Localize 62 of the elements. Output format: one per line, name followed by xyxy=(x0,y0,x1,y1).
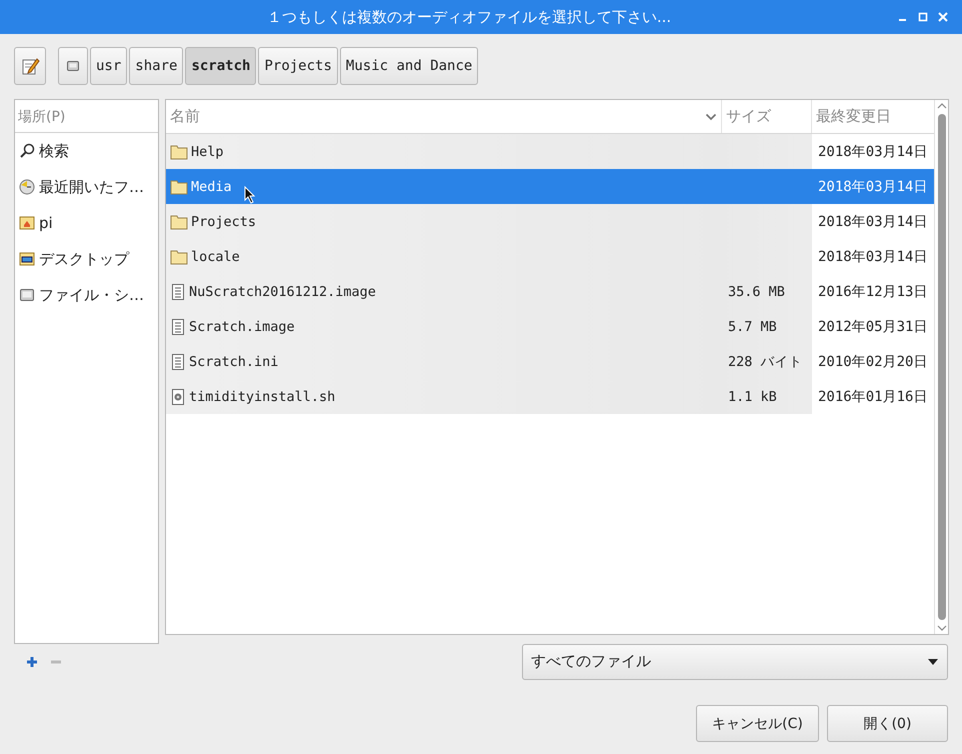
sidebar-item[interactable]: 検索 xyxy=(15,133,158,169)
open-button[interactable]: 開く(0) xyxy=(827,705,948,742)
file-name[interactable]: Media xyxy=(191,178,232,194)
folder-icon xyxy=(170,178,188,194)
file-name[interactable]: NuScratch20161212.image xyxy=(189,284,376,300)
file-name[interactable]: Help xyxy=(191,144,224,160)
file-name[interactable]: Scratch.image xyxy=(189,318,295,334)
document-icon xyxy=(170,282,186,300)
modified-date: 2016年01月16日 xyxy=(818,388,928,406)
column-header[interactable]: 名前 xyxy=(166,100,722,133)
sidebar-header: 場所(P) xyxy=(15,100,158,133)
column-header[interactable]: 最終変更日 xyxy=(812,100,934,133)
column-header[interactable]: サイズ xyxy=(722,100,812,133)
pencil-note-icon xyxy=(20,56,40,76)
sidebar-item[interactable]: 最近開いたフ… xyxy=(15,169,158,205)
drive-icon xyxy=(19,287,35,303)
drive-icon xyxy=(66,59,80,73)
modified-date: 2016年12月13日 xyxy=(818,282,928,300)
file-size: 35.6 MB xyxy=(728,284,785,300)
edit-button[interactable] xyxy=(14,47,46,85)
maximize-icon[interactable] xyxy=(918,12,928,22)
modified-date: 2018年03月14日 xyxy=(818,142,928,160)
path-button[interactable]: Music and Dance xyxy=(340,47,478,85)
add-icon[interactable] xyxy=(26,656,38,668)
sidebar-item[interactable]: デスクトップ xyxy=(15,241,158,277)
file-size: 5.7 MB xyxy=(728,318,777,334)
path-button[interactable]: share xyxy=(129,47,184,85)
file-name[interactable]: Projects xyxy=(191,214,256,230)
dropdown-arrow-icon xyxy=(927,658,939,666)
file-name[interactable]: locale xyxy=(191,248,240,264)
folder-icon xyxy=(170,248,188,264)
folder-icon xyxy=(170,214,188,230)
file-size: 1.1 kB xyxy=(728,388,777,404)
modified-date: 2018年03月14日 xyxy=(818,212,928,230)
modified-date: 2012年05月31日 xyxy=(818,318,928,336)
scrollbar-thumb[interactable] xyxy=(938,114,946,620)
file-name[interactable]: Scratch.ini xyxy=(189,354,278,370)
document-icon xyxy=(170,318,186,336)
file-type-dropdown[interactable]: すべてのファイル xyxy=(522,644,948,680)
folder-icon xyxy=(170,144,188,160)
script-file-icon xyxy=(170,388,186,406)
home-folder-icon xyxy=(19,215,35,231)
file-size: 228 バイト xyxy=(728,352,803,370)
sidebar-item[interactable]: ファイル・シ… xyxy=(15,277,158,313)
path-button[interactable]: scratch xyxy=(185,47,256,85)
window-title: １つもしくは複数のオーディオファイルを選択して下さい... xyxy=(266,8,672,26)
drive-button[interactable] xyxy=(58,47,88,85)
mouse-cursor-icon xyxy=(244,186,256,204)
modified-date: 2018年03月14日 xyxy=(818,248,928,266)
sidebar-item[interactable]: pi xyxy=(15,205,158,241)
close-icon[interactable] xyxy=(938,12,948,22)
search-icon xyxy=(19,143,35,159)
desktop-icon xyxy=(19,251,35,267)
path-button[interactable]: Projects xyxy=(258,47,338,85)
clock-icon xyxy=(19,179,35,195)
file-row[interactable]: Media 2018年03月14日 xyxy=(166,169,934,204)
modified-date: 2010年02月20日 xyxy=(818,352,928,370)
modified-date: 2018年03月14日 xyxy=(818,178,928,196)
path-button[interactable]: usr xyxy=(90,47,128,85)
document-icon xyxy=(170,352,186,370)
file-name[interactable]: timidityinstall.sh xyxy=(189,388,336,404)
cancel-button[interactable]: キャンセル(C) xyxy=(696,705,819,742)
